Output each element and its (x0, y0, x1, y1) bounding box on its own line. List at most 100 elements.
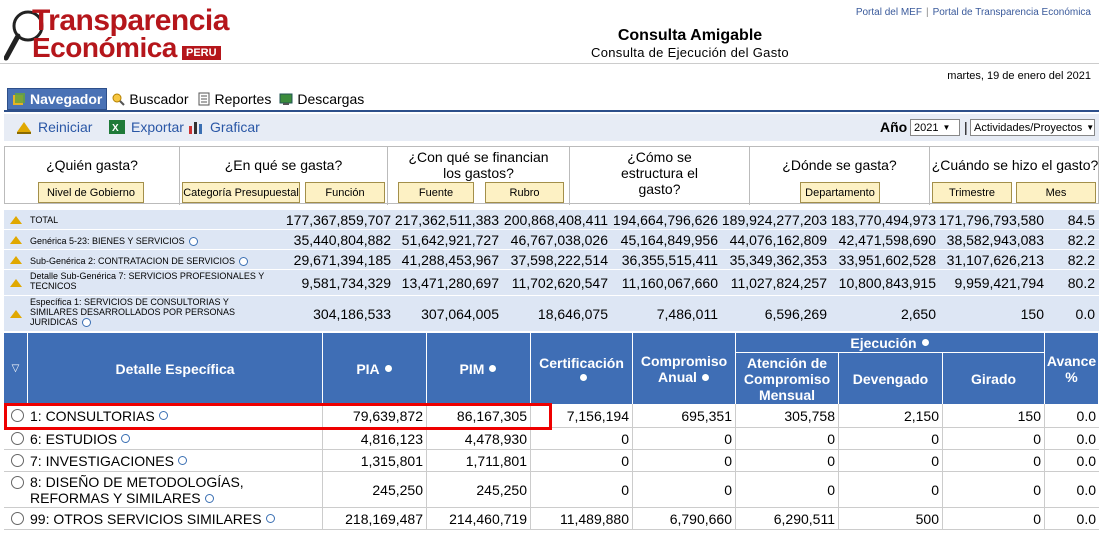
reset-icon (17, 122, 31, 134)
fuente-button[interactable]: Fuente (398, 182, 474, 203)
anio-select[interactable]: 2021 ▼ (910, 119, 960, 136)
link-portal-mef[interactable]: Portal del MEF (856, 7, 922, 18)
cell-atencion: 305,758 (736, 404, 839, 427)
collapse-icon (10, 236, 22, 244)
tab-underline (4, 110, 1099, 112)
summary-value: 82.2 (1067, 232, 1095, 248)
cell-pia: 4,816,123 (323, 428, 427, 449)
cell-avance: 0.0 (1076, 452, 1096, 469)
tab-label: Reportes (214, 91, 272, 107)
cell-certificacion: 0 (531, 450, 633, 471)
cell-devengado: 500 (839, 508, 943, 529)
reiniciar-button[interactable]: Reiniciar (16, 119, 92, 135)
tab-descargas[interactable]: Descargas (275, 88, 368, 110)
summary-value: 41,288,453,967 (401, 252, 499, 268)
cell-compromiso: 0 (633, 428, 736, 449)
col-pia-label: PIA (356, 360, 380, 377)
info-icon[interactable] (204, 494, 214, 504)
summary-row-generica[interactable]: Genérica 5-23: BIENES Y SERVICIOS 35,440… (4, 230, 1099, 250)
rubro-button[interactable]: Rubro (485, 182, 564, 203)
summary-value: 200,868,408,411 (503, 212, 608, 228)
nivel-gobierno-button[interactable]: Nivel de Gobierno (38, 182, 144, 203)
collapse-icon (10, 256, 22, 264)
table-row[interactable]: 7: INVESTIGACIONES 1,315,801 1,711,801 0… (4, 450, 1099, 472)
col-devengado[interactable]: Devengado (839, 353, 943, 404)
summary-value: 150 (1020, 306, 1044, 322)
summary-value: 217,362,511,383 (394, 212, 499, 228)
summary-value: 46,767,038,026 (510, 232, 608, 248)
summary-value: 18,646,075 (537, 306, 608, 322)
info-icon[interactable] (383, 364, 393, 373)
info-icon[interactable] (265, 514, 275, 523)
summary-value: 7,486,011 (656, 306, 718, 322)
col-atencion[interactable]: Atención de Compromiso Mensual (736, 353, 839, 404)
info-icon[interactable] (579, 373, 588, 382)
col-compromiso[interactable]: Compromiso Anual (633, 333, 736, 404)
cell-atencion: 6,290,511 (736, 508, 839, 529)
tab-label: Navegador (30, 91, 103, 107)
cell-devengado: 0 (839, 428, 943, 449)
logo[interactable]: Transparencia Económica PERU (4, 4, 244, 62)
mes-button[interactable]: Mes (1016, 182, 1096, 203)
summary-value: 9,581,734,329 (301, 275, 391, 291)
info-icon[interactable] (121, 434, 131, 443)
exportar-button[interactable]: X Exportar (109, 119, 184, 135)
summary-value: 177,367,859,707 (285, 212, 391, 228)
summary-value: 37,598,222,514 (510, 252, 608, 268)
summary-label-text: Específica 1: SERVICIOS DE CONSULTORIAS … (30, 297, 236, 327)
report-icon (198, 92, 210, 106)
info-icon[interactable] (700, 373, 710, 383)
cell-devengado: 0 (839, 450, 943, 471)
col-certificacion[interactable]: Certificación (531, 333, 633, 404)
col-pia[interactable]: PIA (323, 333, 427, 404)
table-row[interactable]: 6: ESTUDIOS 4,816,123 4,478,930 0 0 0 0 … (4, 428, 1099, 450)
graficar-button[interactable]: Graficar (188, 119, 260, 135)
funcion-button[interactable]: Función (305, 182, 385, 203)
table-row[interactable]: 8: DISEÑO DE METODOLOGÍAS, REFORMAS Y SI… (4, 472, 1099, 508)
tab-reportes[interactable]: Reportes (193, 88, 276, 110)
tab-buscador[interactable]: Buscador (107, 88, 192, 110)
link-portal-transparencia[interactable]: Portal de Transparencia Económica (933, 7, 1091, 18)
top-links: Portal del MEF | Portal de Transparencia E… (855, 7, 1091, 18)
exportar-label: Exportar (131, 119, 184, 135)
download-icon (279, 93, 293, 105)
view-select[interactable]: Actividades/Proyectos ▼ (970, 119, 1095, 136)
table-row[interactable]: 99: OTROS SERVICIOS SIMILARES 218,169,48… (4, 508, 1099, 530)
info-icon[interactable] (177, 456, 187, 465)
filter-toggle[interactable]: ▽ (4, 333, 28, 404)
summary-row-especifica[interactable]: Específica 1: SERVICIOS DE CONSULTORIAS … (4, 296, 1099, 332)
cell-pim: 1,711,801 (427, 450, 531, 471)
info-icon[interactable] (488, 364, 498, 373)
cell-compromiso: 6,790,660 (633, 508, 736, 529)
question-text: ¿Dónde se gasta? (782, 157, 897, 173)
summary-row-total[interactable]: TOTAL 177,367,859,707 217,362,511,383 20… (4, 210, 1099, 230)
row-name-wrap: 8: DISEÑO DE METODOLOGÍAS, REFORMAS Y SI… (30, 474, 262, 506)
cell-certificacion: 0 (531, 472, 633, 507)
trimestre-button[interactable]: Trimestre (932, 182, 1012, 203)
categoria-presupuestal-button[interactable]: Categoría Presupuestal (182, 182, 300, 203)
col-girado[interactable]: Girado (943, 353, 1045, 404)
summary-value: 10,800,843,915 (838, 275, 936, 291)
col-detalle[interactable]: Detalle Específica (28, 333, 323, 404)
info-icon[interactable] (920, 338, 930, 347)
info-icon[interactable] (239, 257, 249, 267)
col-avance[interactable]: Avance % (1045, 333, 1099, 404)
summary-row-detalle[interactable]: Detalle Sub-Genérica 7: SERVICIOS PROFES… (4, 270, 1099, 296)
logo-badge: PERU (182, 46, 221, 60)
summary-value: 307,064,005 (421, 306, 499, 322)
info-icon[interactable] (81, 318, 91, 328)
question-text: ¿En qué se gasta? (224, 157, 343, 173)
info-icon[interactable] (188, 237, 198, 247)
toolbar: Reiniciar X Exportar Graficar Año 2021 ▼ … (4, 114, 1099, 141)
col-pim[interactable]: PIM (427, 333, 531, 404)
summary-value: 2,650 (900, 306, 936, 322)
col-comp-text: Compromiso Anual (640, 352, 728, 385)
question-con-que: ¿Con qué se financian los gastos? Fuente… (388, 147, 570, 205)
tab-label: Buscador (129, 91, 189, 107)
summary-row-subgenerica[interactable]: Sub-Genérica 2: CONTRATACION DE SERVICIO… (4, 250, 1099, 270)
summary-label: Específica 1: SERVICIOS DE CONSULTORIAS … (30, 297, 260, 328)
summary-value: 35,349,362,353 (729, 252, 827, 268)
departamento-button[interactable]: Departamento (800, 182, 880, 203)
tab-label: Descargas (297, 91, 365, 107)
tab-navegador[interactable]: Navegador (7, 88, 108, 110)
